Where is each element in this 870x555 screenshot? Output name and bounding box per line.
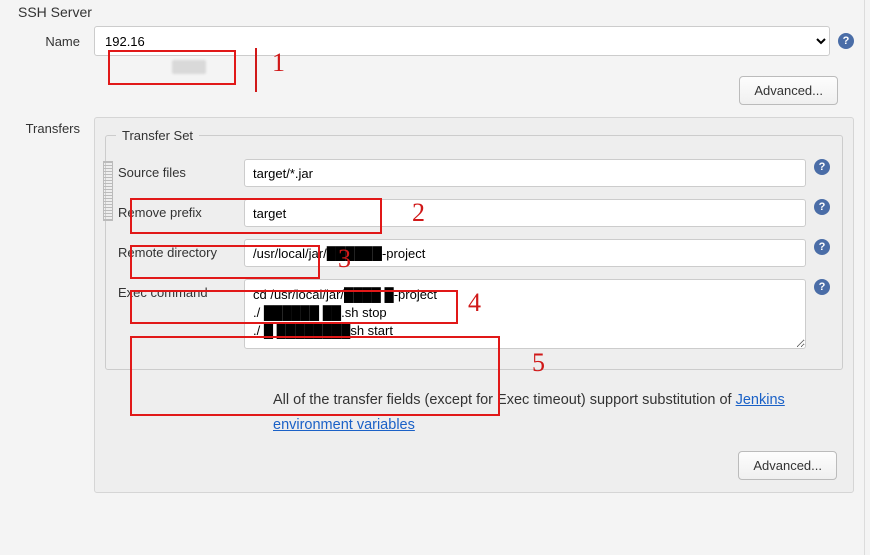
remove-prefix-input[interactable] [244,199,806,227]
name-label: Name [18,26,94,49]
remove-prefix-label: Remove prefix [118,199,244,220]
exec-command-textarea[interactable] [244,279,806,349]
help-icon[interactable]: ? [814,199,830,215]
transfers-label: Transfers [18,117,94,493]
right-divider [864,0,870,555]
ssh-name-select[interactable]: 192.16 [94,26,830,56]
exec-command-label: Exec command [118,279,244,300]
remote-directory-input[interactable] [244,239,806,267]
advanced-button-bottom[interactable]: Advanced... [738,451,837,480]
help-icon[interactable]: ? [814,159,830,175]
source-files-input[interactable] [244,159,806,187]
transfer-note: All of the transfer fields (except for E… [273,388,815,437]
redacted-block [172,60,206,74]
transfers-panel: Transfer Set Source files ? Remove prefi… [94,117,854,493]
drag-handle-icon[interactable] [103,161,113,221]
help-icon[interactable]: ? [838,33,854,49]
transfer-set-legend: Transfer Set [116,128,199,143]
advanced-button-top[interactable]: Advanced... [739,76,838,105]
source-files-label: Source files [118,159,244,180]
transfer-set-fieldset: Transfer Set Source files ? Remove prefi… [105,128,843,370]
help-icon[interactable]: ? [814,279,830,295]
help-icon[interactable]: ? [814,239,830,255]
remote-directory-label: Remote directory [118,239,244,260]
section-title: SSH Server [0,2,864,26]
